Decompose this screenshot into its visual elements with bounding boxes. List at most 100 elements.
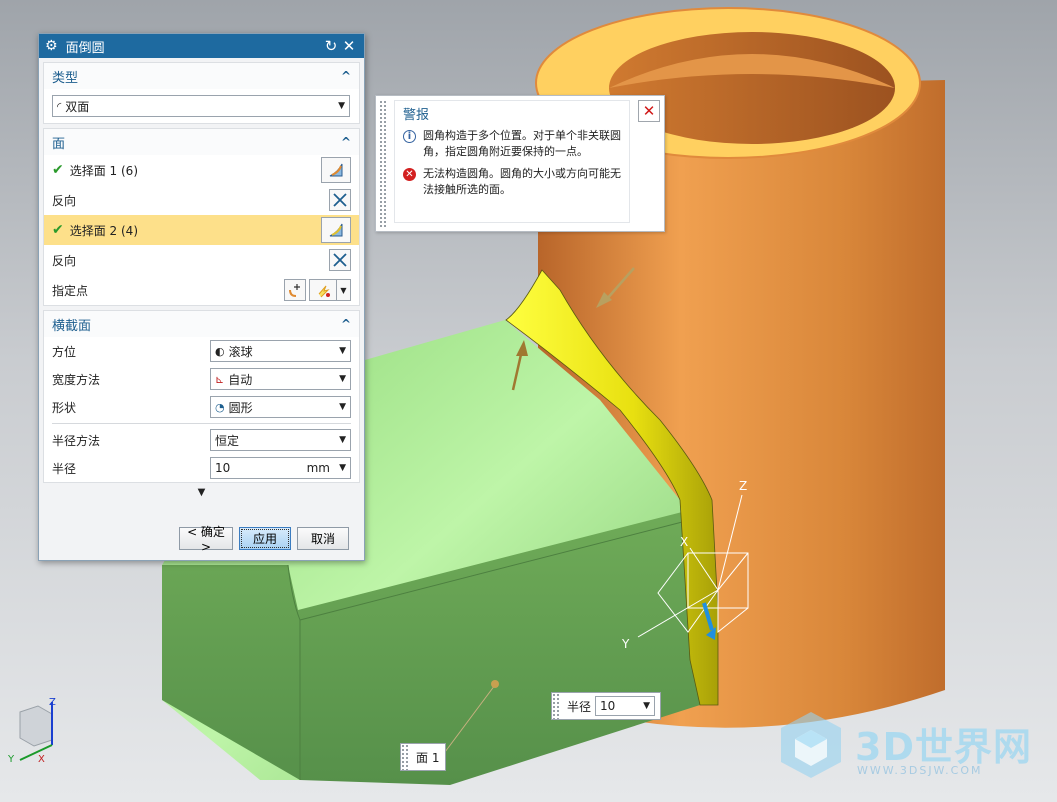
width-method-label: 宽度方法 (52, 372, 101, 387)
radius-onscreen-input: 半径 10 ▼ (551, 692, 661, 720)
width-method-select[interactable]: ⊾ 自动 ▼ (210, 368, 351, 390)
dialog-title: 面倒圆 (65, 40, 105, 56)
chevron-down-icon: ▼ (339, 374, 346, 384)
cross-section-label: 横截面 (52, 318, 92, 334)
alert-panel: 警报 i 圆角构造于多个位置。对于单个非关联圆角，指定圆角附近要保持的一点。 ✕… (375, 95, 665, 232)
orientation-select[interactable]: ◐ 滚球 ▼ (210, 340, 351, 362)
reverse-2-button[interactable] (329, 249, 351, 271)
chevron-down-icon: ▼ (339, 463, 346, 473)
collapse-icon[interactable]: ^ (341, 135, 351, 149)
reverse-1-label: 反向 (52, 193, 77, 208)
type-select-value: 双面 (65, 99, 90, 114)
chevron-down-icon: ▼ (643, 701, 651, 711)
drag-handle[interactable] (379, 100, 387, 227)
collapse-icon[interactable]: ^ (341, 69, 351, 83)
face-section: 面 ^ ✔ 选择面 1 (6) 反向 ✔ 选择面 2 (4) 反向 指定点 ▼ (43, 128, 360, 306)
cancel-button[interactable]: 取消 (297, 526, 349, 550)
chevron-down-icon: ▼ (339, 346, 346, 356)
shape-select[interactable]: ◔ 圆形 ▼ (210, 396, 351, 418)
face-select-icon (329, 223, 343, 237)
select-face-1-row[interactable]: ✔ 选择面 1 (6) (44, 155, 359, 185)
reverse-direction-icon (333, 253, 347, 267)
face-1-label: 面 1 (416, 750, 440, 765)
width-method-value: 自动 (228, 372, 253, 387)
select-face-2-row[interactable]: ✔ 选择面 2 (4) (44, 215, 359, 245)
close-icon[interactable]: ✕ (340, 37, 358, 55)
select-face-1-button[interactable] (321, 157, 351, 183)
select-face-2-button[interactable] (321, 217, 351, 243)
face-1-label-box[interactable]: 面 1 (400, 743, 446, 771)
radius-method-value: 恒定 (215, 433, 240, 448)
radius-label: 半径 (52, 461, 77, 476)
svg-text:Z: Z (49, 697, 56, 708)
two-face-icon: ◜ (57, 99, 62, 113)
svg-text:X: X (38, 754, 45, 765)
reverse-direction-icon (333, 193, 347, 207)
orientation-label: 方位 (52, 344, 77, 359)
more-options-toggle[interactable]: ▼ (39, 487, 364, 498)
specify-point-label: 指定点 (52, 283, 89, 298)
chevron-down-icon: ▼ (339, 402, 346, 412)
check-icon: ✔ (52, 162, 64, 178)
dialog-footer: < 确定 > 应用 取消 (39, 516, 364, 560)
type-select[interactable]: ◜ 双面 ▼ (52, 95, 350, 117)
point-dialog-button[interactable] (284, 279, 306, 301)
radius-method-label: 半径方法 (52, 433, 101, 448)
reverse-1-row: 反向 (44, 185, 359, 215)
radius-onscreen-field[interactable]: 10 ▼ (595, 696, 656, 716)
ok-button[interactable]: < 确定 > (179, 525, 233, 554)
face-select-icon (329, 163, 343, 177)
select-face-2-label: 选择面 2 (4) (69, 223, 138, 238)
svg-text:Y: Y (7, 754, 15, 765)
alert-info-text: 圆角构造于多个位置。对于单个非关联圆角，指定圆角附近要保持的一点。 (423, 129, 621, 158)
shape-value: 圆形 (228, 400, 253, 415)
watermark: 3D世界网 WWW.3DSJW.COM (775, 708, 1045, 784)
inferred-point-icon (318, 285, 330, 298)
face-blend-dialog: ⚙ 面倒圆 ↻ ✕ 类型 ^ ◜ 双面 ▼ 面 ^ ✔ 选择面 1 (6) 反向… (38, 33, 365, 561)
error-icon: ✕ (403, 168, 416, 181)
cross-section-header[interactable]: 横截面 ^ (44, 311, 359, 337)
collapse-icon[interactable]: ^ (341, 317, 351, 331)
axis-y-label: Y (621, 637, 630, 651)
radius-input[interactable]: 10 mm ▼ (210, 457, 351, 479)
check-icon: ✔ (52, 222, 64, 238)
alert-error-text: 无法构造圆角。圆角的大小或方向可能无法接触所选的面。 (423, 167, 621, 196)
reverse-1-button[interactable] (329, 189, 351, 211)
rolling-ball-icon: ◐ (215, 344, 225, 358)
chevron-down-icon: ▼ (339, 435, 346, 445)
alert-close-button[interactable]: ✕ (638, 100, 660, 122)
type-section-header[interactable]: 类型 ^ (44, 63, 359, 89)
drag-handle[interactable] (552, 693, 561, 719)
gear-icon: ⚙ (45, 38, 58, 54)
reset-icon[interactable]: ↻ (322, 37, 340, 55)
specify-point-row: 指定点 ▼ (44, 275, 359, 305)
auto-width-icon: ⊾ (215, 372, 225, 386)
radius-onscreen-label: 半径 (567, 699, 592, 714)
face-section-header[interactable]: 面 ^ (44, 129, 359, 155)
reverse-2-label: 反向 (52, 253, 77, 268)
axis-z-label: Z (739, 479, 747, 493)
cube-logo-icon (781, 712, 841, 778)
watermark-brand: 3D世界网 (855, 725, 1032, 769)
chevron-down-icon: ▼ (338, 101, 345, 111)
point-dialog-icon (289, 284, 300, 297)
circular-shape-icon: ◔ (215, 400, 225, 414)
point-type-dropdown[interactable]: ▼ (337, 279, 351, 301)
alert-info-message: i 圆角构造于多个位置。对于单个非关联圆角，指定圆角附近要保持的一点。 (395, 126, 629, 164)
orientation-value: 滚球 (228, 344, 253, 359)
apply-button[interactable]: 应用 (239, 526, 291, 550)
shape-label: 形状 (52, 400, 77, 415)
divider (52, 423, 351, 424)
view-triad: Z Y X (7, 697, 56, 765)
axis-x-label: X (680, 535, 688, 549)
radius-method-select[interactable]: 恒定 ▼ (210, 429, 351, 451)
select-face-1-label: 选择面 1 (6) (69, 163, 138, 178)
drag-handle[interactable] (401, 744, 410, 770)
close-icon: ✕ (642, 102, 656, 120)
watermark-url: WWW.3DSJW.COM (857, 764, 983, 777)
chevron-down-icon: ▼ (340, 285, 347, 295)
inferred-point-button[interactable] (309, 279, 337, 301)
dialog-titlebar: ⚙ 面倒圆 ↻ ✕ (39, 34, 364, 58)
type-section-label: 类型 (52, 70, 79, 86)
type-section: 类型 ^ ◜ 双面 ▼ (43, 62, 360, 124)
